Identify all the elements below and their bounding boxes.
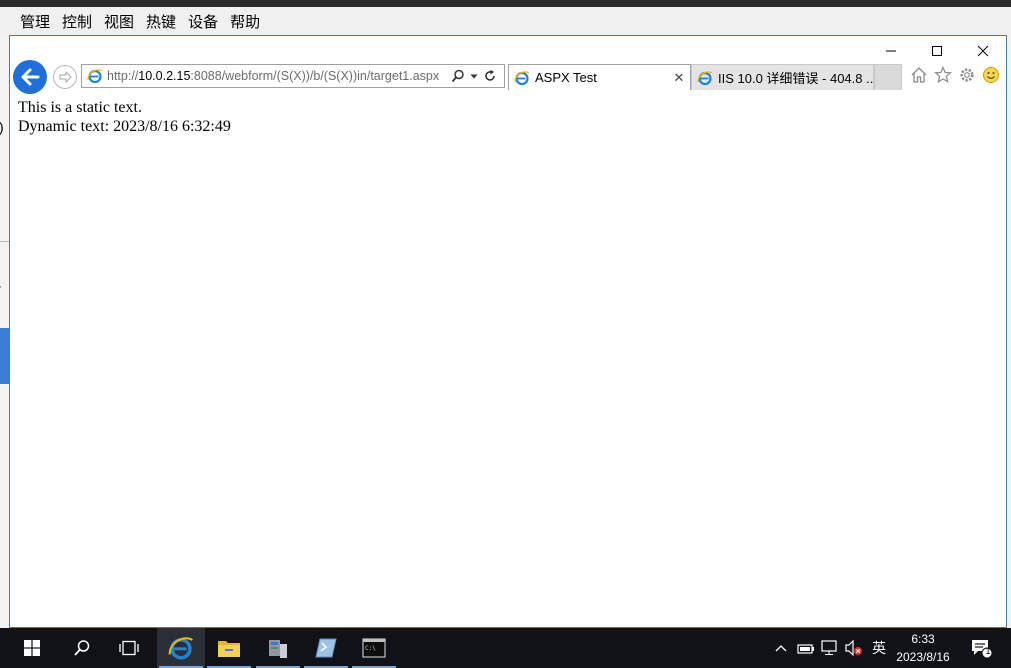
- system-tray: 英: [772, 628, 892, 668]
- gear-icon: [960, 68, 974, 82]
- vm-menu-bar: 管理 控制 视图 热键 设备 帮助: [0, 7, 1011, 35]
- task-view-icon: [119, 640, 139, 656]
- static-text: This is a static text.: [18, 99, 142, 116]
- internet-explorer-icon: [168, 637, 193, 660]
- vm-menu-control[interactable]: 控制: [62, 11, 92, 32]
- show-hidden-icons-button[interactable]: [772, 644, 790, 652]
- battery-tray-button[interactable]: [794, 642, 818, 654]
- vm-menu-manage[interactable]: 管理: [20, 11, 50, 32]
- home-button[interactable]: [909, 65, 929, 85]
- search-icon: [74, 640, 90, 656]
- back-button[interactable]: [13, 60, 47, 94]
- windows-logo-icon: [24, 640, 40, 656]
- dynamic-text: Dynamic text: 2023/8/16 6:32:49: [18, 118, 231, 135]
- internet-explorer-icon: [514, 70, 530, 85]
- tab-close-icon[interactable]: ✕: [672, 70, 686, 86]
- background-glyph: ): [0, 119, 4, 135]
- vm-menu-help[interactable]: 帮助: [230, 11, 260, 32]
- taskbar-internet-explorer[interactable]: [157, 628, 205, 668]
- feedback-button[interactable]: [981, 65, 1001, 85]
- url-path: :8088/webform/(S(X))/b/(S(X))in/target1.…: [190, 69, 440, 83]
- internet-explorer-icon: [87, 69, 103, 84]
- star-icon: [934, 66, 952, 84]
- close-icon: [977, 45, 989, 57]
- address-url: http://10.0.2.15:8088/webform/(S(X))/b/(…: [107, 69, 447, 83]
- network-icon: [821, 640, 837, 655]
- network-tray-button[interactable]: [818, 640, 842, 656]
- powershell-icon: [315, 638, 337, 658]
- svg-text:C:\: C:\: [365, 645, 376, 652]
- battery-icon: [797, 644, 814, 654]
- settings-button[interactable]: [957, 65, 977, 85]
- page-content: This is a static text. Dynamic text: 202…: [18, 98, 231, 136]
- back-arrow-icon: [21, 68, 40, 86]
- taskbar-file-explorer[interactable]: [205, 628, 253, 668]
- tab-label: IIS 10.0 详细错误 - 404.8 ...: [718, 71, 873, 86]
- home-icon: [911, 67, 927, 83]
- url-scheme: http://: [107, 69, 139, 83]
- taskbar-server-manager[interactable]: [254, 628, 302, 668]
- taskbar: C:\ 英 6:33 2023/8/16 1: [0, 628, 1011, 668]
- background-glyph: -: [0, 279, 1, 293]
- notification-count: 1: [985, 646, 991, 656]
- action-center-button[interactable]: 1: [958, 628, 1004, 668]
- internet-explorer-icon: [697, 70, 713, 85]
- volume-muted-icon: [845, 640, 862, 656]
- url-host: 10.0.2.15: [138, 69, 191, 83]
- clock-date: 2023/8/16: [896, 650, 950, 664]
- background-window: ) -: [0, 35, 9, 628]
- start-button[interactable]: [8, 628, 56, 668]
- vm-menu-devices[interactable]: 设备: [188, 11, 218, 32]
- ie-window: http://10.0.2.15:8088/webform/(S(X))/b/(…: [9, 35, 1007, 628]
- clock-time: 6:33: [911, 632, 935, 646]
- vm-menu-view[interactable]: 视图: [104, 11, 134, 32]
- taskbar-command-prompt[interactable]: C:\: [350, 628, 398, 668]
- search-icon[interactable]: [451, 69, 465, 83]
- search-button[interactable]: [58, 628, 106, 668]
- command-prompt-icon: C:\: [362, 638, 386, 658]
- forward-button[interactable]: [53, 65, 77, 89]
- tab-iis-error[interactable]: IIS 10.0 详细错误 - 404.8 ...: [691, 64, 874, 90]
- forward-arrow-icon: [59, 70, 72, 84]
- clock[interactable]: 6:33 2023/8/16: [885, 630, 961, 666]
- background-selection: [0, 328, 9, 384]
- taskbar-powershell[interactable]: [302, 628, 350, 668]
- dropdown-arrow-icon[interactable]: [470, 69, 478, 83]
- address-bar[interactable]: http://10.0.2.15:8088/webform/(S(X))/b/(…: [81, 64, 505, 88]
- new-tab-button[interactable]: [874, 64, 902, 90]
- navigation-bar: http://10.0.2.15:8088/webform/(S(X))/b/(…: [10, 60, 1006, 94]
- background-divider: [0, 241, 9, 242]
- volume-tray-button[interactable]: [842, 640, 866, 656]
- chevron-up-icon: [775, 645, 787, 652]
- favorites-button[interactable]: [933, 65, 953, 85]
- task-view-button[interactable]: [105, 628, 153, 668]
- address-tools: [451, 69, 497, 83]
- smiley-icon: [983, 67, 999, 83]
- browser-toolbar: [909, 65, 1001, 85]
- maximize-icon: [932, 46, 942, 56]
- file-explorer-icon: [218, 641, 240, 657]
- tab-label: ASPX Test: [535, 70, 597, 85]
- refresh-icon[interactable]: [483, 69, 497, 83]
- vm-menu-hotkeys[interactable]: 热键: [146, 11, 176, 32]
- top-strip: [0, 0, 1011, 7]
- server-manager-icon: [269, 640, 287, 658]
- minimize-icon: [886, 50, 896, 52]
- tab-aspx-test[interactable]: ASPX Test ✕: [508, 64, 691, 90]
